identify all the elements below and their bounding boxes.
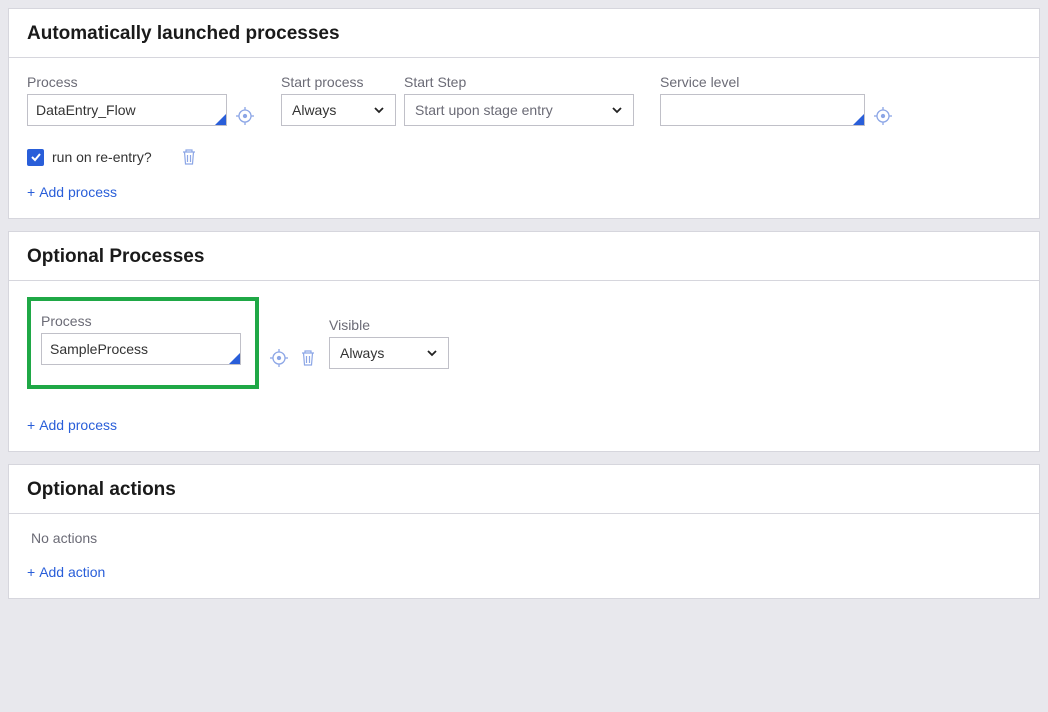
add-process-label: Add process <box>39 184 117 200</box>
field-process: Process DataEntry_Flow <box>27 74 227 126</box>
panel-title-auto: Automatically launched processes <box>9 9 1039 58</box>
chevron-down-icon <box>426 347 438 359</box>
trash-icon[interactable] <box>178 146 200 168</box>
input-optional-process-value: SampleProcess <box>50 341 148 357</box>
target-icon[interactable] <box>873 106 893 126</box>
checkbox-reentry-label: run on re-entry? <box>52 149 152 165</box>
checkbox-row-reentry: run on re-entry? <box>27 146 1021 168</box>
auto-process-row: Process DataEntry_Flow Start process Alw… <box>27 74 1021 126</box>
highlight-box: Process SampleProcess <box>27 297 259 389</box>
input-optional-process[interactable]: SampleProcess <box>41 333 241 365</box>
chevron-down-icon <box>611 104 623 116</box>
resize-corner-icon <box>215 114 226 125</box>
plus-icon: + <box>27 184 35 200</box>
target-icon[interactable] <box>235 106 255 126</box>
select-visible[interactable]: Always <box>329 337 449 369</box>
resize-corner-icon <box>853 114 864 125</box>
add-action-link[interactable]: + Add action <box>27 564 105 580</box>
no-actions-text: No actions <box>31 530 1021 546</box>
label-service-level: Service level <box>660 74 865 90</box>
label-start-process: Start process <box>281 74 396 90</box>
field-start-step: Start Step Start upon stage entry <box>404 74 634 126</box>
add-process-label-optional: Add process <box>39 417 117 433</box>
field-optional-process: Process SampleProcess <box>41 313 241 365</box>
plus-icon: + <box>27 564 35 580</box>
label-visible: Visible <box>329 317 449 333</box>
add-process-link-optional[interactable]: + Add process <box>27 417 117 433</box>
panel-title-optional-actions: Optional actions <box>9 465 1039 514</box>
resize-corner-icon <box>229 353 240 364</box>
add-action-label: Add action <box>39 564 105 580</box>
select-start-process-value: Always <box>292 102 336 118</box>
label-process: Process <box>27 74 227 90</box>
input-service-level[interactable] <box>660 94 865 126</box>
select-start-step-value: Start upon stage entry <box>415 102 553 118</box>
panel-optional-processes: Optional Processes Process SampleProcess <box>8 231 1040 452</box>
panel-optional-actions: Optional actions No actions + Add action <box>8 464 1040 599</box>
panel-auto-processes: Automatically launched processes Process… <box>8 8 1040 219</box>
select-start-process[interactable]: Always <box>281 94 396 126</box>
panel-title-optional-processes: Optional Processes <box>9 232 1039 281</box>
trash-icon[interactable] <box>297 347 319 369</box>
plus-icon: + <box>27 417 35 433</box>
field-visible: Visible Always <box>329 317 449 389</box>
label-start-step: Start Step <box>404 74 634 90</box>
field-service-level: Service level <box>660 74 865 126</box>
chevron-down-icon <box>373 104 385 116</box>
add-process-link-auto[interactable]: + Add process <box>27 184 117 200</box>
select-visible-value: Always <box>340 345 384 361</box>
field-start-process: Start process Always <box>281 74 396 126</box>
input-process-value: DataEntry_Flow <box>36 102 136 118</box>
optional-process-row: Process SampleProcess <box>27 297 1021 389</box>
input-process[interactable]: DataEntry_Flow <box>27 94 227 126</box>
checkbox-reentry[interactable] <box>27 149 44 166</box>
select-start-step[interactable]: Start upon stage entry <box>404 94 634 126</box>
label-optional-process: Process <box>41 313 241 329</box>
target-icon[interactable] <box>269 348 289 368</box>
